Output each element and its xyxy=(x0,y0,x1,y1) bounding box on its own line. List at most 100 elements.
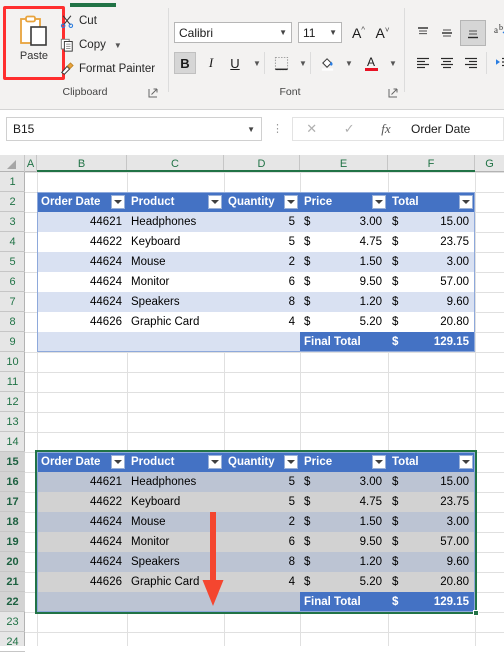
source-table-cell-orderdate-2[interactable]: 44624 xyxy=(37,252,127,272)
pasted-table-header-4[interactable]: Total xyxy=(388,452,475,472)
pasted-table-cell-quantity-3[interactable]: 6 xyxy=(224,532,300,552)
pasted-table-header-2[interactable]: Quantity xyxy=(224,452,300,472)
row-header-23[interactable]: 23 xyxy=(0,612,25,632)
row-header-1[interactable]: 1 xyxy=(0,172,25,192)
pasted-table-cell-quantity-4[interactable]: 8 xyxy=(224,552,300,572)
pasted-table-cell-price-0[interactable]: $3.00 xyxy=(300,472,388,492)
dialog-launcher-icon[interactable] xyxy=(148,88,158,98)
dialog-launcher-icon[interactable] xyxy=(388,88,398,98)
pasted-table-cell-price-5[interactable]: $5.20 xyxy=(300,572,388,592)
pasted-table-cell-orderdate-3[interactable]: 44624 xyxy=(37,532,127,552)
pasted-table-total-label[interactable]: Final Total xyxy=(300,592,388,612)
column-header-g[interactable]: G xyxy=(475,155,504,172)
align-middle-button[interactable] xyxy=(436,22,458,44)
pasted-table-totalrow-blank[interactable] xyxy=(37,592,300,612)
pasted-table-cell-total-5[interactable]: $20.80 xyxy=(388,572,475,592)
row-header-8[interactable]: 8 xyxy=(0,312,25,332)
row-header-6[interactable]: 6 xyxy=(0,272,25,292)
fx-icon[interactable]: fx xyxy=(381,121,390,137)
source-table-cell-quantity-3[interactable]: 6 xyxy=(224,272,300,292)
source-table-header-1[interactable]: Product xyxy=(127,192,224,212)
pasted-table-cell-orderdate-1[interactable]: 44622 xyxy=(37,492,127,512)
source-table-cell-product-4[interactable]: Speakers xyxy=(127,292,224,312)
source-table-cell-product-0[interactable]: Headphones xyxy=(127,212,224,232)
source-table-cell-price-4[interactable]: $1.20 xyxy=(300,292,388,312)
pasted-table-cell-product-5[interactable]: Graphic Card xyxy=(127,572,224,592)
source-table-totalrow-blank[interactable] xyxy=(37,332,300,352)
row-header-19[interactable]: 19 xyxy=(0,532,25,552)
source-table-cell-quantity-5[interactable]: 4 xyxy=(224,312,300,332)
source-table-cell-product-2[interactable]: Mouse xyxy=(127,252,224,272)
row-header-14[interactable]: 14 xyxy=(0,432,25,452)
orientation-button[interactable]: a b xyxy=(492,22,504,44)
pasted-table-cell-total-3[interactable]: $57.00 xyxy=(388,532,475,552)
row-header-9[interactable]: 9 xyxy=(0,332,25,352)
font-name-combo[interactable]: Calibri ▼ xyxy=(174,22,292,43)
row-header-13[interactable]: 13 xyxy=(0,412,25,432)
column-header-a[interactable]: A xyxy=(25,155,37,172)
pasted-table-cell-product-2[interactable]: Mouse xyxy=(127,512,224,532)
source-table-cell-product-5[interactable]: Graphic Card xyxy=(127,312,224,332)
row-header-17[interactable]: 17 xyxy=(0,492,25,512)
chevron-down-icon[interactable]: ▼ xyxy=(247,125,255,134)
source-table-cell-quantity-2[interactable]: 2 xyxy=(224,252,300,272)
filter-dropdown-icon[interactable] xyxy=(459,195,473,209)
copy-button[interactable]: Copy ▼ xyxy=(60,34,122,56)
source-table-cell-total-5[interactable]: $20.80 xyxy=(388,312,475,332)
cancel-icon[interactable]: ✕ xyxy=(306,121,317,137)
source-table-cell-orderdate-5[interactable]: 44626 xyxy=(37,312,127,332)
row-header-2[interactable]: 2 xyxy=(0,192,25,212)
chevron-down-icon[interactable]: ▼ xyxy=(329,28,337,37)
pasted-table-cell-product-4[interactable]: Speakers xyxy=(127,552,224,572)
font-size-combo[interactable]: 11 ▼ xyxy=(298,22,342,43)
align-center-button[interactable] xyxy=(436,52,458,74)
source-table-cell-orderdate-3[interactable]: 44624 xyxy=(37,272,127,292)
chevron-down-icon[interactable]: ▼ xyxy=(279,28,287,37)
source-table-cell-price-2[interactable]: $1.50 xyxy=(300,252,388,272)
source-table-cell-orderdate-4[interactable]: 44624 xyxy=(37,292,127,312)
pasted-table-cell-orderdate-5[interactable]: 44626 xyxy=(37,572,127,592)
pasted-table-cell-price-2[interactable]: $1.50 xyxy=(300,512,388,532)
pasted-table-cell-price-3[interactable]: $9.50 xyxy=(300,532,388,552)
row-header-4[interactable]: 4 xyxy=(0,232,25,252)
row-header-3[interactable]: 3 xyxy=(0,212,25,232)
pasted-table-cell-quantity-1[interactable]: 5 xyxy=(224,492,300,512)
pasted-table-cell-total-1[interactable]: $23.75 xyxy=(388,492,475,512)
source-table-cell-product-1[interactable]: Keyboard xyxy=(127,232,224,252)
pasted-table-cell-orderdate-2[interactable]: 44624 xyxy=(37,512,127,532)
source-table-cell-total-4[interactable]: $9.60 xyxy=(388,292,475,312)
row-header-18[interactable]: 18 xyxy=(0,512,25,532)
row-header-7[interactable]: 7 xyxy=(0,292,25,312)
italic-button[interactable]: I xyxy=(200,52,222,74)
select-all-button[interactable] xyxy=(0,155,25,172)
source-table-header-2[interactable]: Quantity xyxy=(224,192,300,212)
pasted-table-cell-product-0[interactable]: Headphones xyxy=(127,472,224,492)
pasted-table-cell-total-2[interactable]: $3.00 xyxy=(388,512,475,532)
filter-dropdown-icon[interactable] xyxy=(372,455,386,469)
source-table-cell-price-3[interactable]: $9.50 xyxy=(300,272,388,292)
name-box[interactable]: B15 ▼ xyxy=(6,117,262,141)
paste-button[interactable]: Paste xyxy=(6,8,62,78)
format-painter-button[interactable]: Format Painter xyxy=(60,58,155,80)
source-table-total-label[interactable]: Final Total xyxy=(300,332,388,352)
source-table-cell-price-1[interactable]: $4.75 xyxy=(300,232,388,252)
check-icon[interactable]: ✓ xyxy=(344,121,355,137)
filter-dropdown-icon[interactable] xyxy=(208,195,222,209)
source-table-cell-price-5[interactable]: $5.20 xyxy=(300,312,388,332)
source-table-cell-quantity-0[interactable]: 5 xyxy=(224,212,300,232)
source-table-cell-quantity-4[interactable]: 8 xyxy=(224,292,300,312)
filter-dropdown-icon[interactable] xyxy=(111,455,125,469)
source-table-cell-total-2[interactable]: $3.00 xyxy=(388,252,475,272)
shrink-font-button[interactable]: A˅ xyxy=(372,22,393,43)
fill-color-button[interactable] xyxy=(316,52,338,74)
formula-input[interactable]: Order Date xyxy=(404,117,504,141)
pasted-table-cell-total-0[interactable]: $15.00 xyxy=(388,472,475,492)
chevron-down-icon[interactable]: ▼ xyxy=(114,41,122,50)
source-table-cell-quantity-1[interactable]: 5 xyxy=(224,232,300,252)
source-table-total-value[interactable]: $129.15 xyxy=(388,332,475,352)
filter-dropdown-icon[interactable] xyxy=(284,195,298,209)
font-color-dropdown[interactable]: ▼ xyxy=(382,52,404,74)
source-table-cell-orderdate-1[interactable]: 44622 xyxy=(37,232,127,252)
pasted-table-cell-orderdate-4[interactable]: 44624 xyxy=(37,552,127,572)
source-table-cell-orderdate-0[interactable]: 44621 xyxy=(37,212,127,232)
